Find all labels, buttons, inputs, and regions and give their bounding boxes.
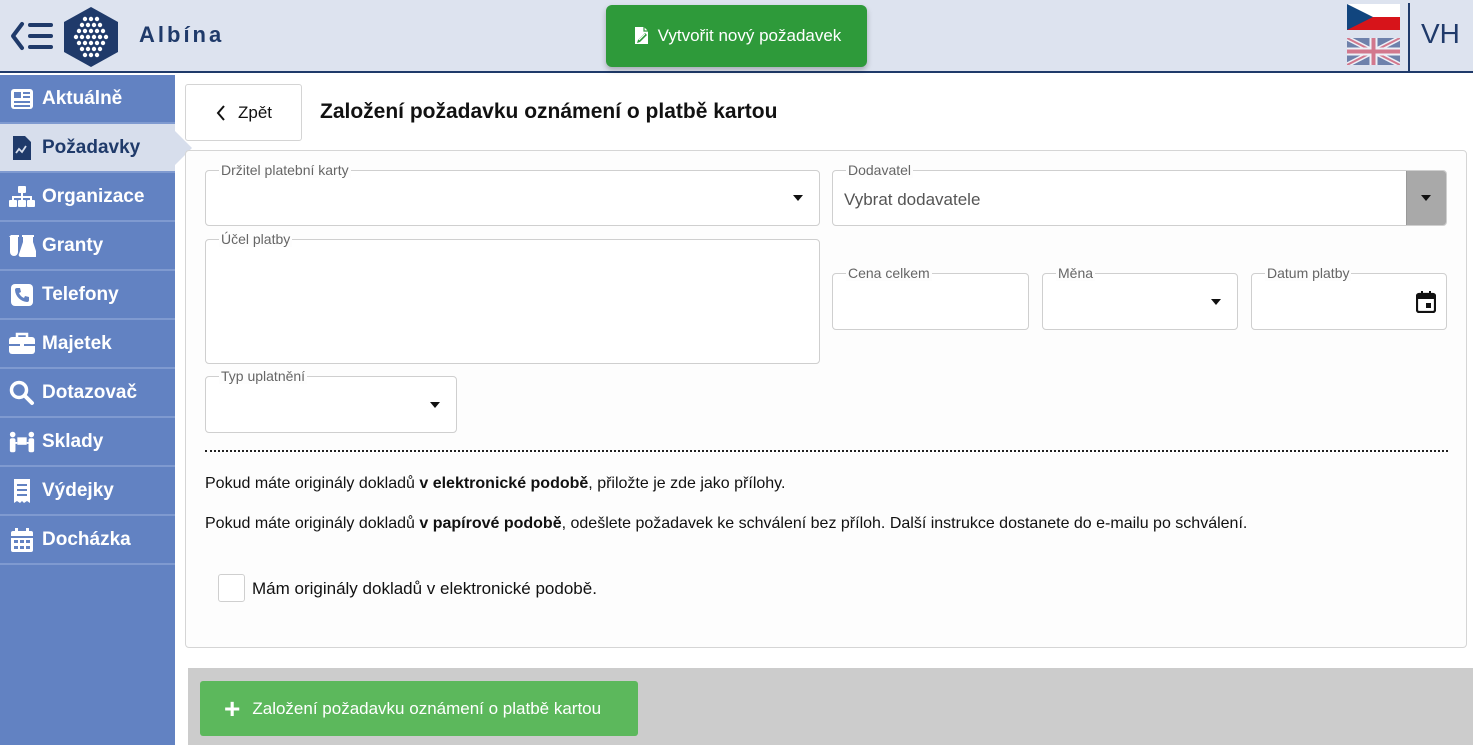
briefcase-icon bbox=[8, 331, 36, 357]
sidebar-item-label: Aktuálně bbox=[42, 87, 123, 109]
caret-down-icon bbox=[430, 401, 440, 408]
info-electronic: Pokud máte originály dokladů v elektroni… bbox=[205, 475, 785, 493]
payment-date-label: Datum platby bbox=[1265, 265, 1352, 281]
sidebar-item-granty[interactable]: Granty bbox=[0, 222, 175, 271]
brand-name: Albína bbox=[139, 22, 225, 47]
info-text: Pokud máte originály dokladů bbox=[205, 515, 420, 532]
supplier-label: Dodavatel bbox=[846, 162, 914, 178]
chevron-left-icon bbox=[216, 104, 225, 121]
plus-icon: + bbox=[224, 692, 241, 724]
card-holder-select[interactable]: Držitel platební karty bbox=[205, 162, 820, 226]
supplier-dropdown-toggle[interactable] bbox=[1406, 171, 1446, 225]
application-type-label: Typ uplatnění bbox=[219, 368, 308, 384]
sidebar-item-label: Požadavky bbox=[42, 136, 141, 158]
sitemap-icon bbox=[8, 184, 36, 210]
caret-down-icon bbox=[793, 195, 803, 201]
supplier-placeholder: Vybrat dodavatele bbox=[844, 190, 981, 209]
caret-down-icon bbox=[1211, 298, 1221, 305]
calendar-icon bbox=[8, 527, 36, 553]
info-text: , přiložte je zde jako přílohy. bbox=[588, 475, 786, 492]
uk-flag-icon bbox=[1345, 35, 1402, 68]
section-divider bbox=[205, 450, 1448, 452]
sidebar-item-dotazovac[interactable]: Dotazovač bbox=[0, 369, 175, 418]
currency-select[interactable]: Měna bbox=[1042, 265, 1238, 330]
info-paper: Pokud máte originály dokladů v papírové … bbox=[205, 515, 1247, 533]
back-button[interactable]: Zpět bbox=[185, 84, 302, 141]
sidebar-item-organizace[interactable]: Organizace bbox=[0, 173, 175, 222]
albina-logo[interactable] bbox=[62, 6, 120, 68]
caret-down-icon bbox=[1421, 195, 1431, 201]
people-carry-icon bbox=[8, 429, 36, 455]
sidebar-item-telefony[interactable]: Telefony bbox=[0, 271, 175, 320]
supplier-select[interactable]: Dodavatel Vybrat dodavatele bbox=[832, 162, 1447, 226]
sidebar-item-label: Dotazovač bbox=[42, 381, 138, 403]
sidebar-item-sklady[interactable]: Sklady bbox=[0, 418, 175, 467]
submit-request-button[interactable]: + Založení požadavku oznámení o platbě k… bbox=[200, 681, 638, 736]
search-icon bbox=[8, 380, 36, 406]
sidebar-item-vydejky[interactable]: Výdejky bbox=[0, 467, 175, 516]
sidebar: Aktuálně Požadavky Organizace Granty Tel… bbox=[0, 75, 192, 745]
total-price-input[interactable]: Cena celkem bbox=[832, 265, 1029, 330]
phone-icon bbox=[8, 282, 36, 308]
sidebar-item-aktualne[interactable]: Aktuálně bbox=[0, 75, 175, 124]
new-request-label: Vytvořit nový požadavek bbox=[657, 26, 842, 45]
sidebar-item-majetek[interactable]: Majetek bbox=[0, 320, 175, 369]
sidebar-item-dochazka[interactable]: Docházka bbox=[0, 516, 175, 565]
submit-label: Založení požadavku oznámení o platbě kar… bbox=[252, 698, 602, 718]
header-divider bbox=[1408, 3, 1410, 71]
sidebar-item-label: Majetek bbox=[42, 332, 112, 354]
file-signature-icon bbox=[634, 27, 648, 44]
top-header: Albína Vytvořit nový požadavek VH bbox=[0, 0, 1473, 73]
file-chart-icon bbox=[8, 135, 36, 161]
card-holder-label: Držitel platební karty bbox=[219, 162, 351, 178]
language-en-button[interactable] bbox=[1345, 35, 1402, 68]
info-text: Pokud máte originály dokladů bbox=[205, 475, 420, 492]
collapse-menu-icon bbox=[11, 22, 53, 50]
new-request-button[interactable]: Vytvořit nový požadavek bbox=[606, 5, 867, 67]
collapse-sidebar-button[interactable] bbox=[10, 18, 56, 54]
sidebar-item-label: Docházka bbox=[42, 528, 131, 550]
sidebar-item-label: Výdejky bbox=[42, 479, 114, 501]
currency-label: Měna bbox=[1056, 265, 1096, 281]
page-title: Založení požadavku oznámení o platbě kar… bbox=[320, 100, 778, 123]
info-emphasis: v papírové podobě bbox=[419, 515, 562, 532]
purpose-label: Účel platby bbox=[219, 231, 293, 247]
language-cs-button[interactable] bbox=[1347, 4, 1400, 30]
sidebar-item-label: Telefony bbox=[42, 283, 119, 305]
calendar-picker-icon[interactable] bbox=[1416, 291, 1436, 313]
user-avatar[interactable]: VH bbox=[1421, 18, 1460, 50]
total-price-label: Cena celkem bbox=[846, 265, 932, 281]
sidebar-item-label: Sklady bbox=[42, 430, 104, 452]
sidebar-item-label: Organizace bbox=[42, 185, 145, 207]
czech-flag-icon bbox=[1347, 4, 1400, 30]
electronic-originals-checkbox[interactable] bbox=[218, 574, 245, 602]
flask-icon bbox=[8, 233, 36, 259]
electronic-originals-label[interactable]: Mám originály dokladů v elektronické pod… bbox=[252, 579, 597, 599]
info-emphasis: v elektronické podobě bbox=[419, 475, 589, 492]
info-text: , odešlete požadavek ke schválení bez př… bbox=[561, 515, 1248, 532]
receipt-icon bbox=[8, 478, 36, 504]
sidebar-item-pozadavky[interactable]: Požadavky bbox=[0, 124, 192, 173]
purpose-textarea[interactable]: Účel platby bbox=[205, 231, 820, 364]
back-label: Zpět bbox=[238, 102, 273, 122]
newspaper-icon bbox=[8, 86, 36, 112]
logo-hexagon-icon bbox=[64, 7, 118, 67]
application-type-select[interactable]: Typ uplatnění bbox=[205, 368, 457, 433]
payment-date-input[interactable]: Datum platby bbox=[1251, 265, 1447, 330]
sidebar-item-label: Granty bbox=[42, 234, 104, 256]
